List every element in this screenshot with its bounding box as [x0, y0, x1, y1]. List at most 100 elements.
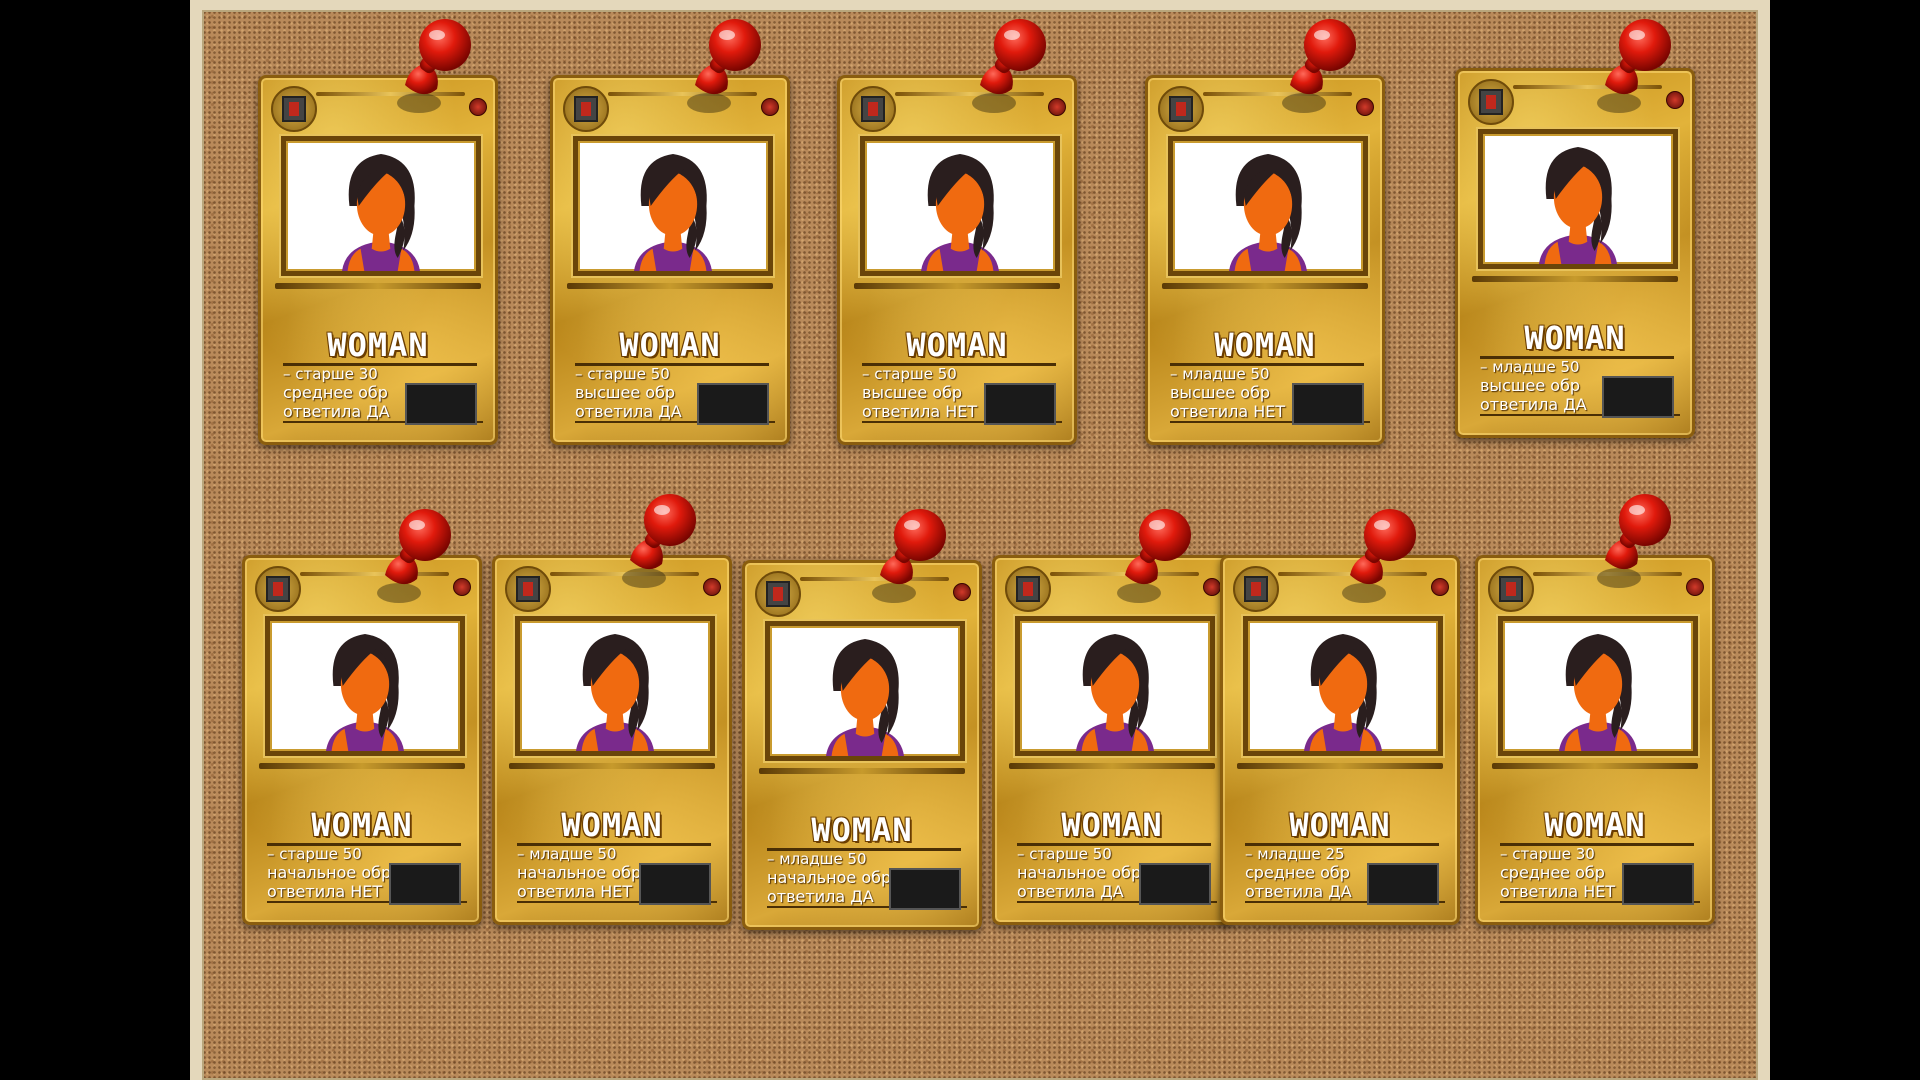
card-stat-box [889, 868, 961, 910]
card-portrait [515, 616, 715, 756]
pushpin-icon[interactable] [850, 505, 960, 615]
pushpin-icon [377, 509, 451, 603]
card-portrait [860, 136, 1060, 276]
pushpin-icon [1282, 19, 1356, 113]
card-nameplate [1009, 763, 1215, 769]
pushpin-icon[interactable] [665, 15, 775, 125]
pushpin-icon [972, 19, 1046, 113]
character-card[interactable]: WOMAN старше 50 высшее обр ответила ДА [550, 75, 790, 445]
faction-badge-icon [563, 86, 609, 132]
pushpin-icon [397, 19, 471, 113]
card-stat-box [639, 863, 711, 905]
faction-badge-icon [1158, 86, 1204, 132]
card-nameplate [854, 283, 1060, 289]
card-title: WOMAN [906, 326, 1008, 364]
card-nameplate [1472, 276, 1678, 282]
card-nameplate [1492, 763, 1698, 769]
portrait-icon [1076, 634, 1154, 751]
faction-badge-icon [850, 86, 896, 132]
card-nameplate [759, 768, 965, 774]
pushpin-icon[interactable] [1095, 505, 1205, 615]
pushpin-icon[interactable] [950, 15, 1060, 125]
character-card[interactable]: WOMAN младше 50 высшее обр ответила НЕТ [1145, 75, 1385, 445]
pushpin-icon[interactable] [1575, 15, 1685, 125]
portrait-icon [1559, 634, 1637, 751]
card-portrait [1478, 129, 1678, 269]
card-title: WOMAN [619, 326, 721, 364]
portrait-icon [326, 634, 404, 751]
card-nameplate [259, 763, 465, 769]
character-card[interactable]: WOMAN младше 50 начальное обр ответила Н… [492, 555, 732, 925]
faction-badge-icon [1488, 566, 1534, 612]
character-card[interactable]: WOMAN старше 30 среднее обр ответила ДА [258, 75, 498, 445]
card-stat-box [1292, 383, 1364, 425]
card-title: WOMAN [1544, 806, 1646, 844]
card-title: WOMAN [811, 811, 913, 849]
card-portrait [1498, 616, 1698, 756]
cost-gem-icon [1431, 578, 1449, 596]
card-nameplate [567, 283, 773, 289]
pushpin-icon [1597, 494, 1671, 588]
card-age: старше 50 [1017, 845, 1215, 863]
card-age: старше 30 [283, 365, 481, 383]
pushpin-icon[interactable] [1260, 15, 1370, 125]
faction-badge-icon [1005, 566, 1051, 612]
card-age: младше 50 [1480, 358, 1678, 376]
card-age: старше 30 [1500, 845, 1698, 863]
card-portrait [1015, 616, 1215, 756]
pushpin-icon [687, 19, 761, 113]
pushpin-icon [1342, 509, 1416, 603]
card-stat-box [697, 383, 769, 425]
character-card[interactable]: WOMAN старше 50 высшее обр ответила НЕТ [837, 75, 1077, 445]
faction-badge-icon [505, 566, 551, 612]
pushpin-icon [622, 494, 696, 588]
card-age: младше 25 [1245, 845, 1443, 863]
card-nameplate [1162, 283, 1368, 289]
card-portrait [1168, 136, 1368, 276]
character-card[interactable]: WOMAN младше 50 начальное обр ответила Д… [742, 560, 982, 930]
card-stat-box [1602, 376, 1674, 418]
cost-gem-icon [1203, 578, 1221, 596]
pushpin-icon[interactable] [1575, 490, 1685, 600]
card-portrait [281, 136, 481, 276]
pushpin-icon[interactable] [600, 490, 710, 600]
portrait-icon [634, 154, 712, 271]
faction-badge-icon [755, 571, 801, 617]
card-title: WOMAN [1289, 806, 1391, 844]
card-portrait [765, 621, 965, 761]
pushpin-icon[interactable] [355, 505, 465, 615]
faction-badge-icon [255, 566, 301, 612]
pushpin-icon[interactable] [375, 15, 485, 125]
card-title: WOMAN [1524, 319, 1626, 357]
card-stat-box [1622, 863, 1694, 905]
card-stat-box [984, 383, 1056, 425]
portrait-icon [921, 154, 999, 271]
cost-gem-icon [1686, 578, 1704, 596]
faction-badge-icon [1233, 566, 1279, 612]
portrait-icon [1304, 634, 1382, 751]
card-nameplate [509, 763, 715, 769]
character-card[interactable]: WOMAN старше 30 среднее обр ответила НЕТ [1475, 555, 1715, 925]
portrait-icon [1539, 147, 1617, 264]
card-stat-box [1367, 863, 1439, 905]
card-portrait [573, 136, 773, 276]
portrait-icon [576, 634, 654, 751]
card-age: старше 50 [862, 365, 1060, 383]
pushpin-icon[interactable] [1320, 505, 1430, 615]
card-nameplate [1237, 763, 1443, 769]
card-title: WOMAN [327, 326, 429, 364]
card-nameplate [275, 283, 481, 289]
card-title: WOMAN [1061, 806, 1163, 844]
pushpin-icon [1597, 19, 1671, 113]
pushpin-icon [872, 509, 946, 603]
card-stat-box [405, 383, 477, 425]
portrait-icon [826, 639, 904, 756]
card-portrait [1243, 616, 1443, 756]
portrait-icon [1229, 154, 1307, 271]
card-portrait [265, 616, 465, 756]
card-age: старше 50 [267, 845, 465, 863]
card-title: WOMAN [561, 806, 663, 844]
card-title: WOMAN [311, 806, 413, 844]
faction-badge-icon [271, 86, 317, 132]
card-age: младше 50 [767, 850, 965, 868]
